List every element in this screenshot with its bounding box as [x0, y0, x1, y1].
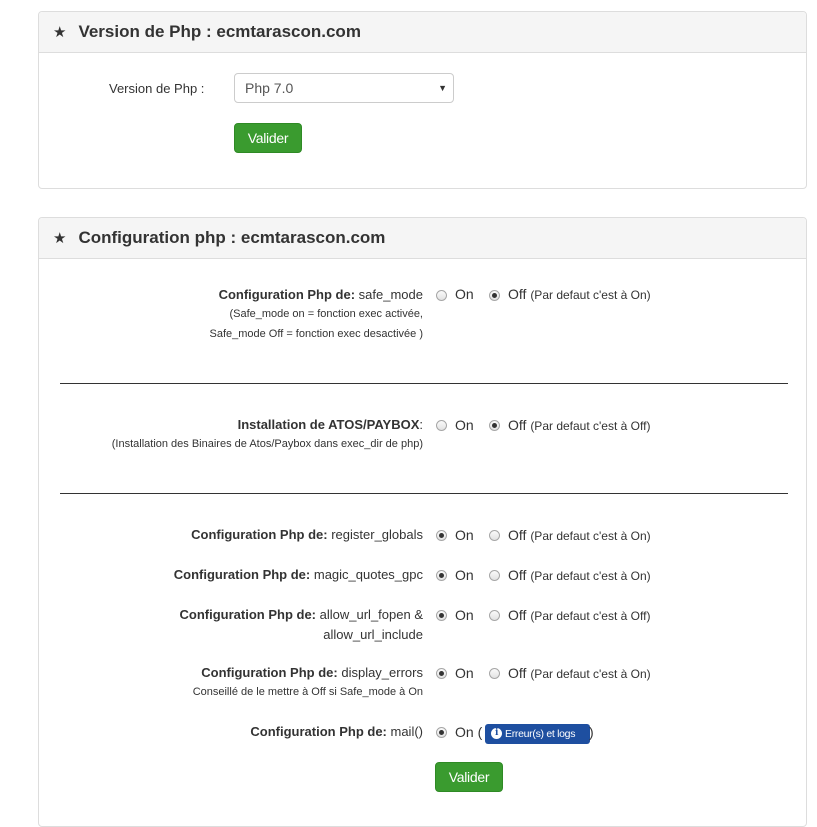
- safe-mode-on-label: On: [455, 286, 474, 302]
- register-globals-off-label: Off (Par defaut c'est à On): [508, 527, 651, 543]
- atos-label: Installation de ATOS/PAYBOX:: [237, 417, 423, 432]
- magic-quotes-label: Configuration Php de: magic_quotes_gpc: [173, 567, 423, 582]
- atos-on-label: On: [455, 417, 474, 433]
- allow-url-on-radio[interactable]: [436, 610, 447, 621]
- display-errors-label: Configuration Php de: display_errors: [201, 665, 423, 680]
- magic-quotes-off-radio[interactable]: [489, 570, 500, 581]
- register-globals-label: Configuration Php de: register_globals: [191, 527, 423, 542]
- magic-quotes-on-label: On: [455, 567, 474, 583]
- display-errors-off-radio[interactable]: [489, 668, 500, 679]
- validate-version-button[interactable]: Valider: [234, 123, 302, 153]
- allow-url-label: Configuration Php de: allow_url_fopen &: [179, 607, 423, 622]
- php-version-panel: ★ Version de Php : ecmtarascon.com Versi…: [38, 11, 807, 189]
- logs-button[interactable]: i Erreur(s) et logs: [485, 724, 590, 744]
- display-errors-on-radio[interactable]: [436, 668, 447, 679]
- register-globals-off-radio[interactable]: [489, 530, 500, 541]
- caret-down-icon: ▼: [438, 83, 447, 93]
- allow-url-off-radio[interactable]: [489, 610, 500, 621]
- safe-mode-off-radio[interactable]: [489, 290, 500, 301]
- info-icon: i: [491, 728, 502, 739]
- safe-mode-on-radio[interactable]: [436, 290, 447, 301]
- safe-mode-label: Configuration Php de: safe_mode: [218, 287, 423, 302]
- magic-quotes-on-radio[interactable]: [436, 570, 447, 581]
- register-globals-on-label: On: [455, 527, 474, 543]
- panel-heading: ★ Version de Php : ecmtarascon.com: [39, 12, 806, 53]
- star-icon: ★: [53, 230, 67, 247]
- safe-mode-off-label: Off (Par defaut c'est à On): [508, 286, 651, 302]
- divider: [60, 493, 788, 494]
- atos-off-label: Off (Par defaut c'est à Off): [508, 417, 651, 433]
- display-errors-off-label: Off (Par defaut c'est à On): [508, 665, 651, 681]
- allow-url-off-label: Off (Par defaut c'est à Off): [508, 607, 651, 623]
- logs-button-label: Erreur(s) et logs: [505, 728, 576, 740]
- display-errors-note: Conseillé de le mettre à Off si Safe_mod…: [192, 686, 423, 698]
- divider: [60, 383, 788, 384]
- display-errors-on-label: On: [455, 665, 474, 681]
- safe-mode-note-1: (Safe_mode on = fonction exec activée,: [229, 308, 423, 320]
- mail-paren-close: ): [589, 724, 594, 740]
- magic-quotes-off-label: Off (Par defaut c'est à On): [508, 567, 651, 583]
- mail-on-radio[interactable]: [436, 727, 447, 738]
- version-label: Version de Php :: [109, 81, 205, 96]
- panel-title: Version de Php : ecmtarascon.com: [78, 22, 361, 41]
- allow-url-label-2: allow_url_include: [323, 627, 423, 642]
- mail-on-label: On (: [455, 724, 483, 740]
- safe-mode-note-2: Safe_mode Off = fonction exec desactivée…: [209, 328, 423, 340]
- php-config-panel: ★ Configuration php : ecmtarascon.com Co…: [38, 217, 807, 827]
- atos-off-radio[interactable]: [489, 420, 500, 431]
- panel-title: Configuration php : ecmtarascon.com: [78, 228, 386, 247]
- allow-url-on-label: On: [455, 607, 474, 623]
- validate-config-button[interactable]: Valider: [435, 762, 503, 792]
- php-version-select[interactable]: Php 7.0 ▼: [234, 73, 454, 103]
- php-version-value: Php 7.0: [245, 80, 294, 96]
- atos-note: (Installation des Binaires de Atos/Paybo…: [111, 438, 423, 450]
- atos-on-radio[interactable]: [436, 420, 447, 431]
- register-globals-on-radio[interactable]: [436, 530, 447, 541]
- mail-label: Configuration Php de: mail(): [250, 724, 423, 739]
- star-icon: ★: [53, 24, 67, 41]
- panel-heading: ★ Configuration php : ecmtarascon.com: [39, 218, 806, 259]
